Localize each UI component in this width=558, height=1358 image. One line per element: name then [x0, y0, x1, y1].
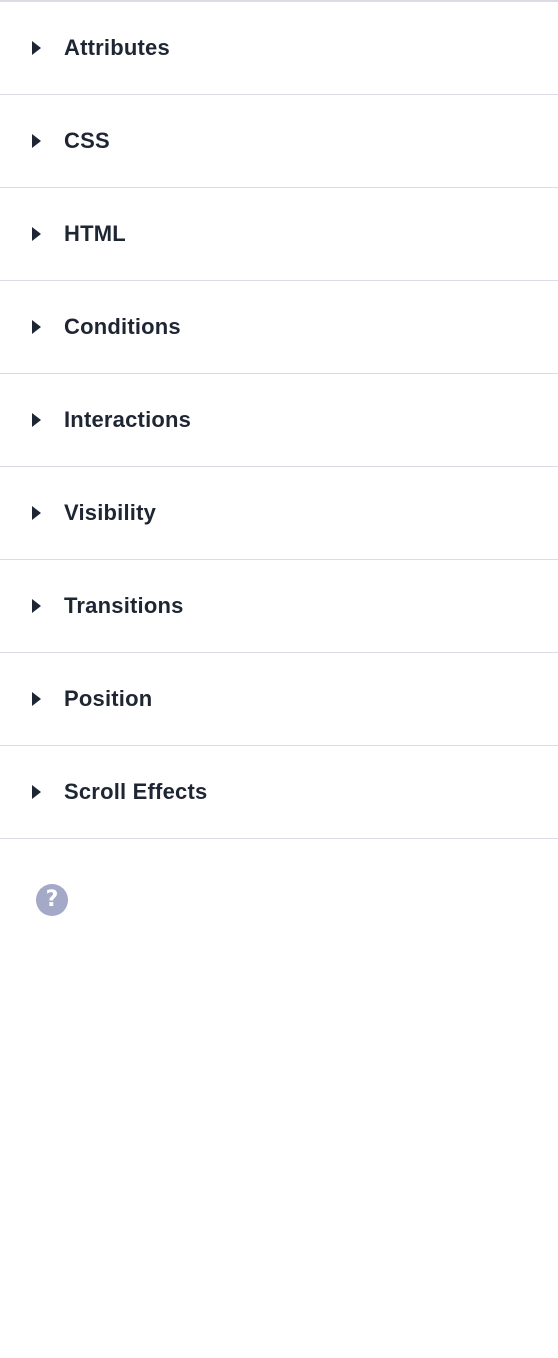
section-label: HTML	[64, 221, 126, 246]
caret-right-icon	[32, 41, 41, 55]
caret-right-icon	[32, 413, 41, 427]
section-label: Attributes	[64, 35, 170, 60]
section-label: Interactions	[64, 407, 192, 432]
caret-right-icon	[32, 692, 41, 706]
caret-right-icon	[32, 320, 41, 334]
caret-right-icon	[32, 227, 41, 241]
section-label: Scroll Effects	[64, 779, 208, 804]
section-attributes[interactable]: Attributes	[0, 2, 558, 95]
section-transitions[interactable]: Transitions	[0, 560, 558, 653]
settings-panel: Attributes CSS HTML Conditions Interacti…	[0, 0, 558, 839]
caret-right-icon	[32, 785, 41, 799]
section-label: Visibility	[64, 500, 157, 525]
section-visibility[interactable]: Visibility	[0, 467, 558, 560]
help-button[interactable]: ?	[36, 884, 68, 916]
question-circle-icon: ?	[45, 887, 59, 912]
section-html[interactable]: HTML	[0, 188, 558, 281]
caret-right-icon	[32, 599, 41, 613]
section-label: Transitions	[64, 593, 184, 618]
section-position[interactable]: Position	[0, 653, 558, 746]
section-label: CSS	[64, 128, 110, 153]
caret-right-icon	[32, 506, 41, 520]
section-label: Position	[64, 686, 153, 711]
section-css[interactable]: CSS	[0, 95, 558, 188]
caret-right-icon	[32, 134, 41, 148]
section-conditions[interactable]: Conditions	[0, 281, 558, 374]
section-interactions[interactable]: Interactions	[0, 374, 558, 467]
section-scroll-effects[interactable]: Scroll Effects	[0, 746, 558, 839]
section-label: Conditions	[64, 314, 181, 339]
